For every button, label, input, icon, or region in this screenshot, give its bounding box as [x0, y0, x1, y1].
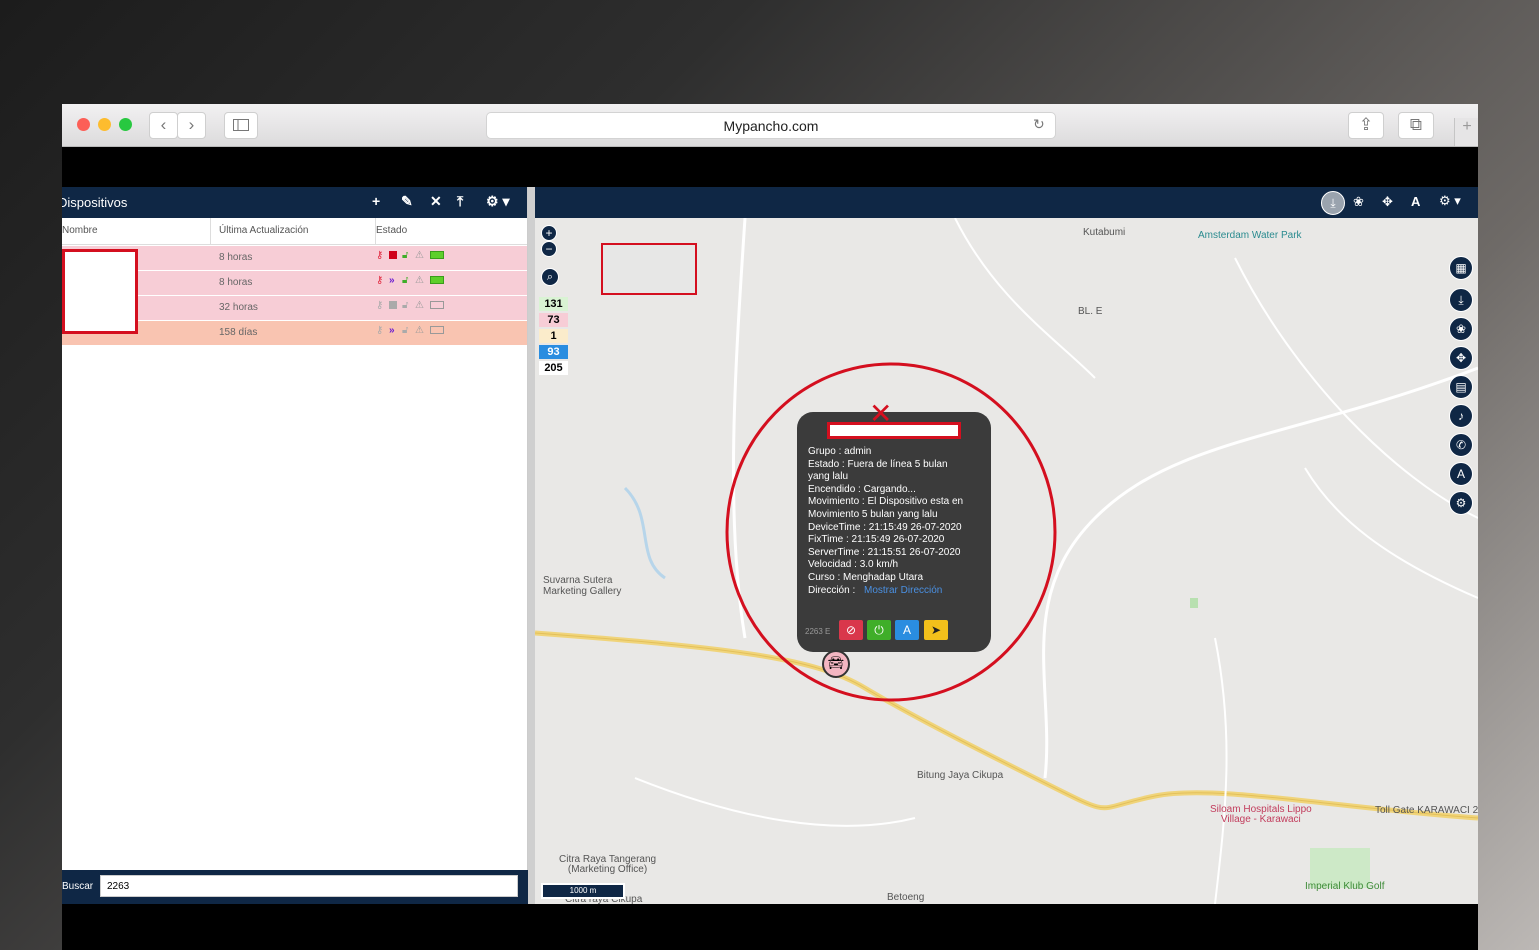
- map-view[interactable]: ⤓ ❀ ✥ A ⚙ ▾ + − ⌕ 131 73 1 93 205 Kutabu…: [535, 187, 1478, 904]
- stop-icon: [389, 251, 397, 259]
- url-text: Mypancho.com: [723, 118, 819, 134]
- bell-icon[interactable]: ♪: [1449, 404, 1473, 428]
- counter-moving[interactable]: 93: [539, 345, 568, 359]
- close-window-button[interactable]: [77, 118, 90, 131]
- redacted-logo: [601, 243, 697, 295]
- zoom-out-icon[interactable]: −: [541, 241, 557, 257]
- key-icon: ⚷: [376, 325, 384, 336]
- map-label: Bitung Jaya Cikupa: [917, 770, 1004, 781]
- map-header: ⤓ ❀ ✥ A ⚙ ▾: [535, 187, 1478, 218]
- devices-panel: Dispositivos + ✎ ✕ ⤒ ⚙ ▾ Nombre Última A…: [62, 187, 528, 904]
- unlock-icon: 🔓︎: [402, 300, 409, 311]
- road-icon[interactable]: A: [1449, 462, 1473, 486]
- map-label: Siloam Hospitals Lippo Village - Karawac…: [1210, 804, 1312, 825]
- column-header-name[interactable]: Nombre: [62, 218, 211, 245]
- crosshair-icon[interactable]: ✥: [1382, 194, 1393, 210]
- address-bar[interactable]: Mypancho.com ↻: [486, 112, 1056, 139]
- share-icon[interactable]: ⇪: [1348, 112, 1384, 139]
- search-input[interactable]: [100, 875, 518, 897]
- row-last-update: 158 días: [219, 327, 258, 338]
- panel-title: Dispositivos: [62, 195, 128, 210]
- map-label: Suvarna Sutera Marketing Gallery: [543, 575, 622, 597]
- map-label: Kutabumi: [1083, 227, 1126, 238]
- forward-icon[interactable]: ›: [177, 112, 206, 139]
- search-bar: Buscar: [62, 870, 528, 904]
- zoom-in-icon[interactable]: +: [541, 225, 557, 241]
- highlight-circle: ✕: [725, 362, 1057, 702]
- browser-window: ‹ › Mypancho.com ↻ ⇪ ⧉ + Dispositivos + …: [62, 104, 1478, 950]
- report-icon[interactable]: ▤: [1449, 375, 1473, 399]
- map-layers-icon[interactable]: ▦: [1449, 256, 1473, 280]
- row-last-update: 8 horas: [219, 277, 253, 288]
- download-icon[interactable]: ⤓: [1449, 288, 1473, 312]
- crosshair-icon[interactable]: ✥: [1449, 346, 1473, 370]
- row-last-update: 32 horas: [219, 302, 258, 313]
- alert-icon: ⚠: [415, 300, 424, 311]
- whatsapp-icon[interactable]: ✆: [1449, 433, 1473, 457]
- settings-dropdown-icon[interactable]: ⚙ ▾: [486, 193, 509, 210]
- battery-icon: [430, 251, 444, 259]
- moving-icon: »: [389, 275, 395, 286]
- svg-text:✕: ✕: [869, 397, 892, 430]
- key-icon: ⚷: [376, 275, 384, 286]
- vehicle-marker-icon[interactable]: 🚘︎: [822, 650, 850, 678]
- key-icon: ⚷: [376, 300, 384, 311]
- sidebar-toggle-icon[interactable]: [224, 112, 258, 139]
- map-settings-icon[interactable]: ⚙ ▾: [1439, 193, 1461, 209]
- map-scale: 1000 m: [541, 883, 625, 899]
- battery-icon: [430, 301, 444, 309]
- battery-icon: [430, 326, 444, 334]
- row-last-update: 8 horas: [219, 252, 253, 263]
- counter-idle[interactable]: 1: [539, 329, 568, 343]
- map-label: Amsterdam Water Park: [1198, 230, 1302, 241]
- reload-icon[interactable]: ↻: [1033, 116, 1045, 133]
- delete-icon[interactable]: ✕: [430, 193, 442, 210]
- column-header-status[interactable]: Estado: [368, 218, 528, 245]
- map-label: BL. E: [1078, 306, 1103, 317]
- browser-toolbar: ‹ › Mypancho.com ↻ ⇪ ⧉ +: [62, 104, 1478, 147]
- search-map-icon[interactable]: ⌕: [541, 268, 559, 286]
- map-label: Imperial Klub Golf: [1305, 881, 1385, 892]
- road-icon[interactable]: A: [1411, 194, 1420, 209]
- stop-icon: [389, 301, 397, 309]
- unlock-icon: 🔓︎: [402, 275, 409, 286]
- search-label: Buscar: [62, 881, 94, 892]
- moving-icon: »: [389, 325, 395, 336]
- back-icon[interactable]: ‹: [149, 112, 178, 139]
- minimize-window-button[interactable]: [98, 118, 111, 131]
- add-icon[interactable]: +: [372, 193, 380, 209]
- map-label: Toll Gate KARAWACI 2: [1375, 805, 1478, 816]
- paw-icon[interactable]: ❀: [1449, 317, 1473, 341]
- counter-offline[interactable]: 73: [539, 313, 568, 327]
- edit-icon[interactable]: ✎: [401, 193, 413, 210]
- maximize-window-button[interactable]: [119, 118, 132, 131]
- devices-header: Dispositivos + ✎ ✕ ⤒ ⚙ ▾: [62, 187, 528, 218]
- alert-icon: ⚠: [415, 275, 424, 286]
- tabs-icon[interactable]: ⧉: [1398, 112, 1434, 139]
- column-header-updated[interactable]: Última Actualización: [211, 218, 376, 245]
- battery-icon: [430, 276, 444, 284]
- unlock-icon: 🔓︎: [402, 325, 409, 336]
- counter-online[interactable]: 131: [539, 297, 568, 311]
- download-icon[interactable]: ⤓: [1321, 191, 1345, 215]
- key-icon: ⚷: [376, 250, 384, 261]
- map-label: Citra Raya Tangerang (Marketing Office): [559, 854, 657, 875]
- settings-icon[interactable]: ⚙: [1449, 491, 1473, 515]
- upload-icon[interactable]: ⤒: [457, 193, 463, 210]
- map-label: Betoeng: [887, 892, 925, 903]
- paw-icon[interactable]: ❀: [1353, 194, 1364, 210]
- alert-icon: ⚠: [415, 250, 424, 261]
- splitter-handle[interactable]: [528, 187, 535, 904]
- counter-total[interactable]: 205: [539, 361, 568, 375]
- unlock-icon: 🔓︎: [402, 250, 409, 261]
- alert-icon: ⚠: [415, 325, 424, 336]
- redacted-device-names: [62, 249, 138, 334]
- new-tab-icon[interactable]: +: [1454, 118, 1478, 146]
